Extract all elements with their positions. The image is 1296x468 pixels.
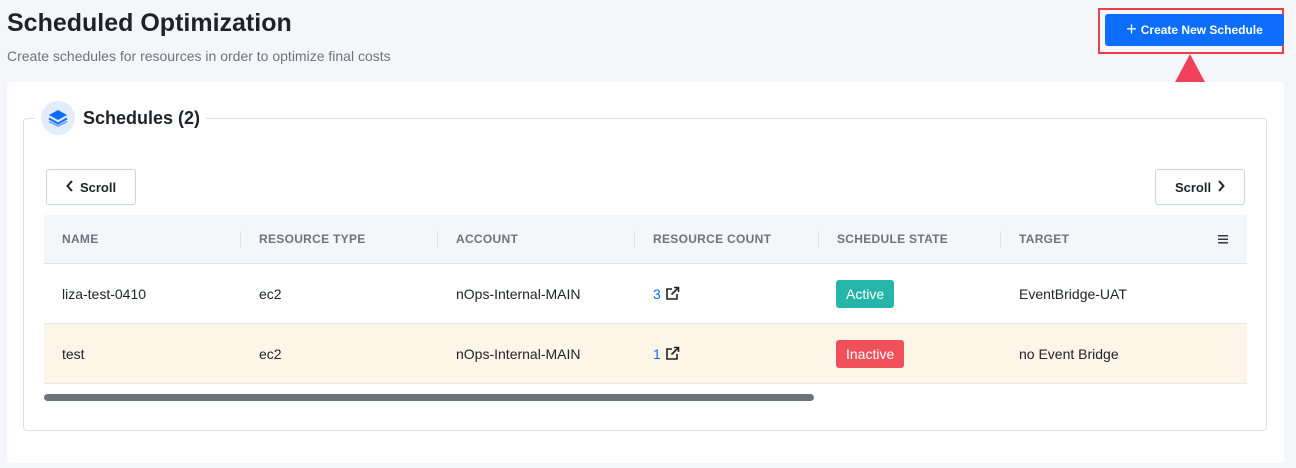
cell-target: EventBridge-UAT — [1019, 285, 1127, 302]
column-header-target[interactable]: TARGET — [1019, 215, 1069, 263]
scroll-left-label: Scroll — [79, 179, 117, 195]
column-menu-icon[interactable] — [1217, 232, 1229, 250]
column-header-schedule-state[interactable]: SCHEDULE STATE — [837, 215, 948, 263]
plus-icon: + — [1126, 19, 1137, 39]
table-row[interactable]: liza-test-0410 ec2 nOps-Internal-MAIN 3 … — [44, 264, 1247, 324]
scroll-right-button[interactable]: Scroll — [1155, 169, 1245, 205]
resource-count-value: 3 — [653, 285, 661, 302]
schedules-table: NAME RESOURCE TYPE ACCOUNT RESOURCE COUN… — [44, 215, 1247, 384]
table-header: NAME RESOURCE TYPE ACCOUNT RESOURCE COUN… — [44, 215, 1247, 264]
cell-account: nOps-Internal-MAIN — [456, 285, 581, 302]
create-new-schedule-button[interactable]: + Create New Schedule — [1105, 14, 1284, 46]
schedules-title: Schedules (2) — [83, 107, 201, 128]
cell-account: nOps-Internal-MAIN — [456, 345, 581, 362]
schedules-card: Schedules (2) Scroll Scroll NAME RESOURC… — [7, 82, 1284, 463]
resource-count-value: 1 — [653, 345, 661, 362]
column-header-resource-type[interactable]: RESOURCE TYPE — [259, 215, 366, 263]
scroll-right-label: Scroll — [1174, 179, 1212, 195]
cell-target: no Event Bridge — [1019, 345, 1119, 362]
layers-icon — [41, 101, 75, 135]
cell-name: liza-test-0410 — [62, 285, 147, 302]
cell-name: test — [62, 345, 85, 362]
cell-resource-type: ec2 — [259, 345, 282, 362]
column-header-resource-count[interactable]: RESOURCE COUNT — [653, 215, 771, 263]
status-badge: Active — [836, 279, 895, 308]
create-new-schedule-label: Create New Schedule — [1140, 23, 1263, 37]
status-badge: Inactive — [836, 339, 905, 368]
external-link-icon — [665, 346, 680, 360]
column-header-account[interactable]: ACCOUNT — [456, 215, 518, 263]
page-title: Scheduled Optimization — [7, 9, 292, 37]
chevron-right-icon — [1217, 179, 1225, 195]
resource-count-link[interactable]: 1 — [653, 346, 680, 362]
scroll-left-button[interactable]: Scroll — [46, 169, 136, 205]
cell-resource-type: ec2 — [259, 285, 282, 302]
resource-count-link[interactable]: 3 — [653, 286, 680, 302]
chevron-left-icon — [66, 179, 74, 195]
table-row[interactable]: test ec2 nOps-Internal-MAIN 1 Inactive n… — [44, 324, 1247, 384]
column-header-name[interactable]: NAME — [62, 215, 99, 263]
horizontal-scrollbar[interactable] — [44, 394, 814, 401]
schedules-legend: Schedules (2) — [35, 100, 207, 136]
external-link-icon — [665, 286, 680, 300]
page-subtitle: Create schedules for resources in order … — [7, 48, 391, 64]
